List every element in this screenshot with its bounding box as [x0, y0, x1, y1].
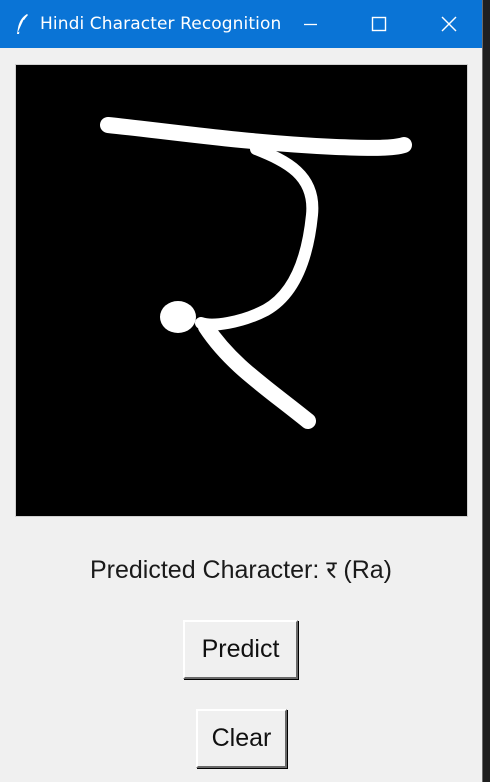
predict-button[interactable]: Predict [183, 620, 298, 679]
drawing-canvas[interactable] [16, 65, 467, 516]
maximize-icon [371, 16, 387, 32]
app-window: Hindi Character Recognition Predicted Ch [0, 0, 483, 782]
title-bar[interactable]: Hindi Character Recognition [0, 0, 482, 48]
minimize-icon [304, 23, 317, 26]
feather-icon [12, 12, 32, 36]
clear-button[interactable]: Clear [196, 709, 287, 768]
close-icon [441, 16, 457, 32]
close-button[interactable] [425, 0, 471, 48]
window-title: Hindi Character Recognition [40, 14, 282, 34]
prediction-label: Predicted Character: र (Ra) [90, 556, 392, 584]
maximize-button[interactable] [356, 0, 402, 48]
minimize-button[interactable] [287, 0, 333, 48]
background-window-edge [483, 0, 490, 782]
handwritten-stroke [100, 117, 412, 429]
